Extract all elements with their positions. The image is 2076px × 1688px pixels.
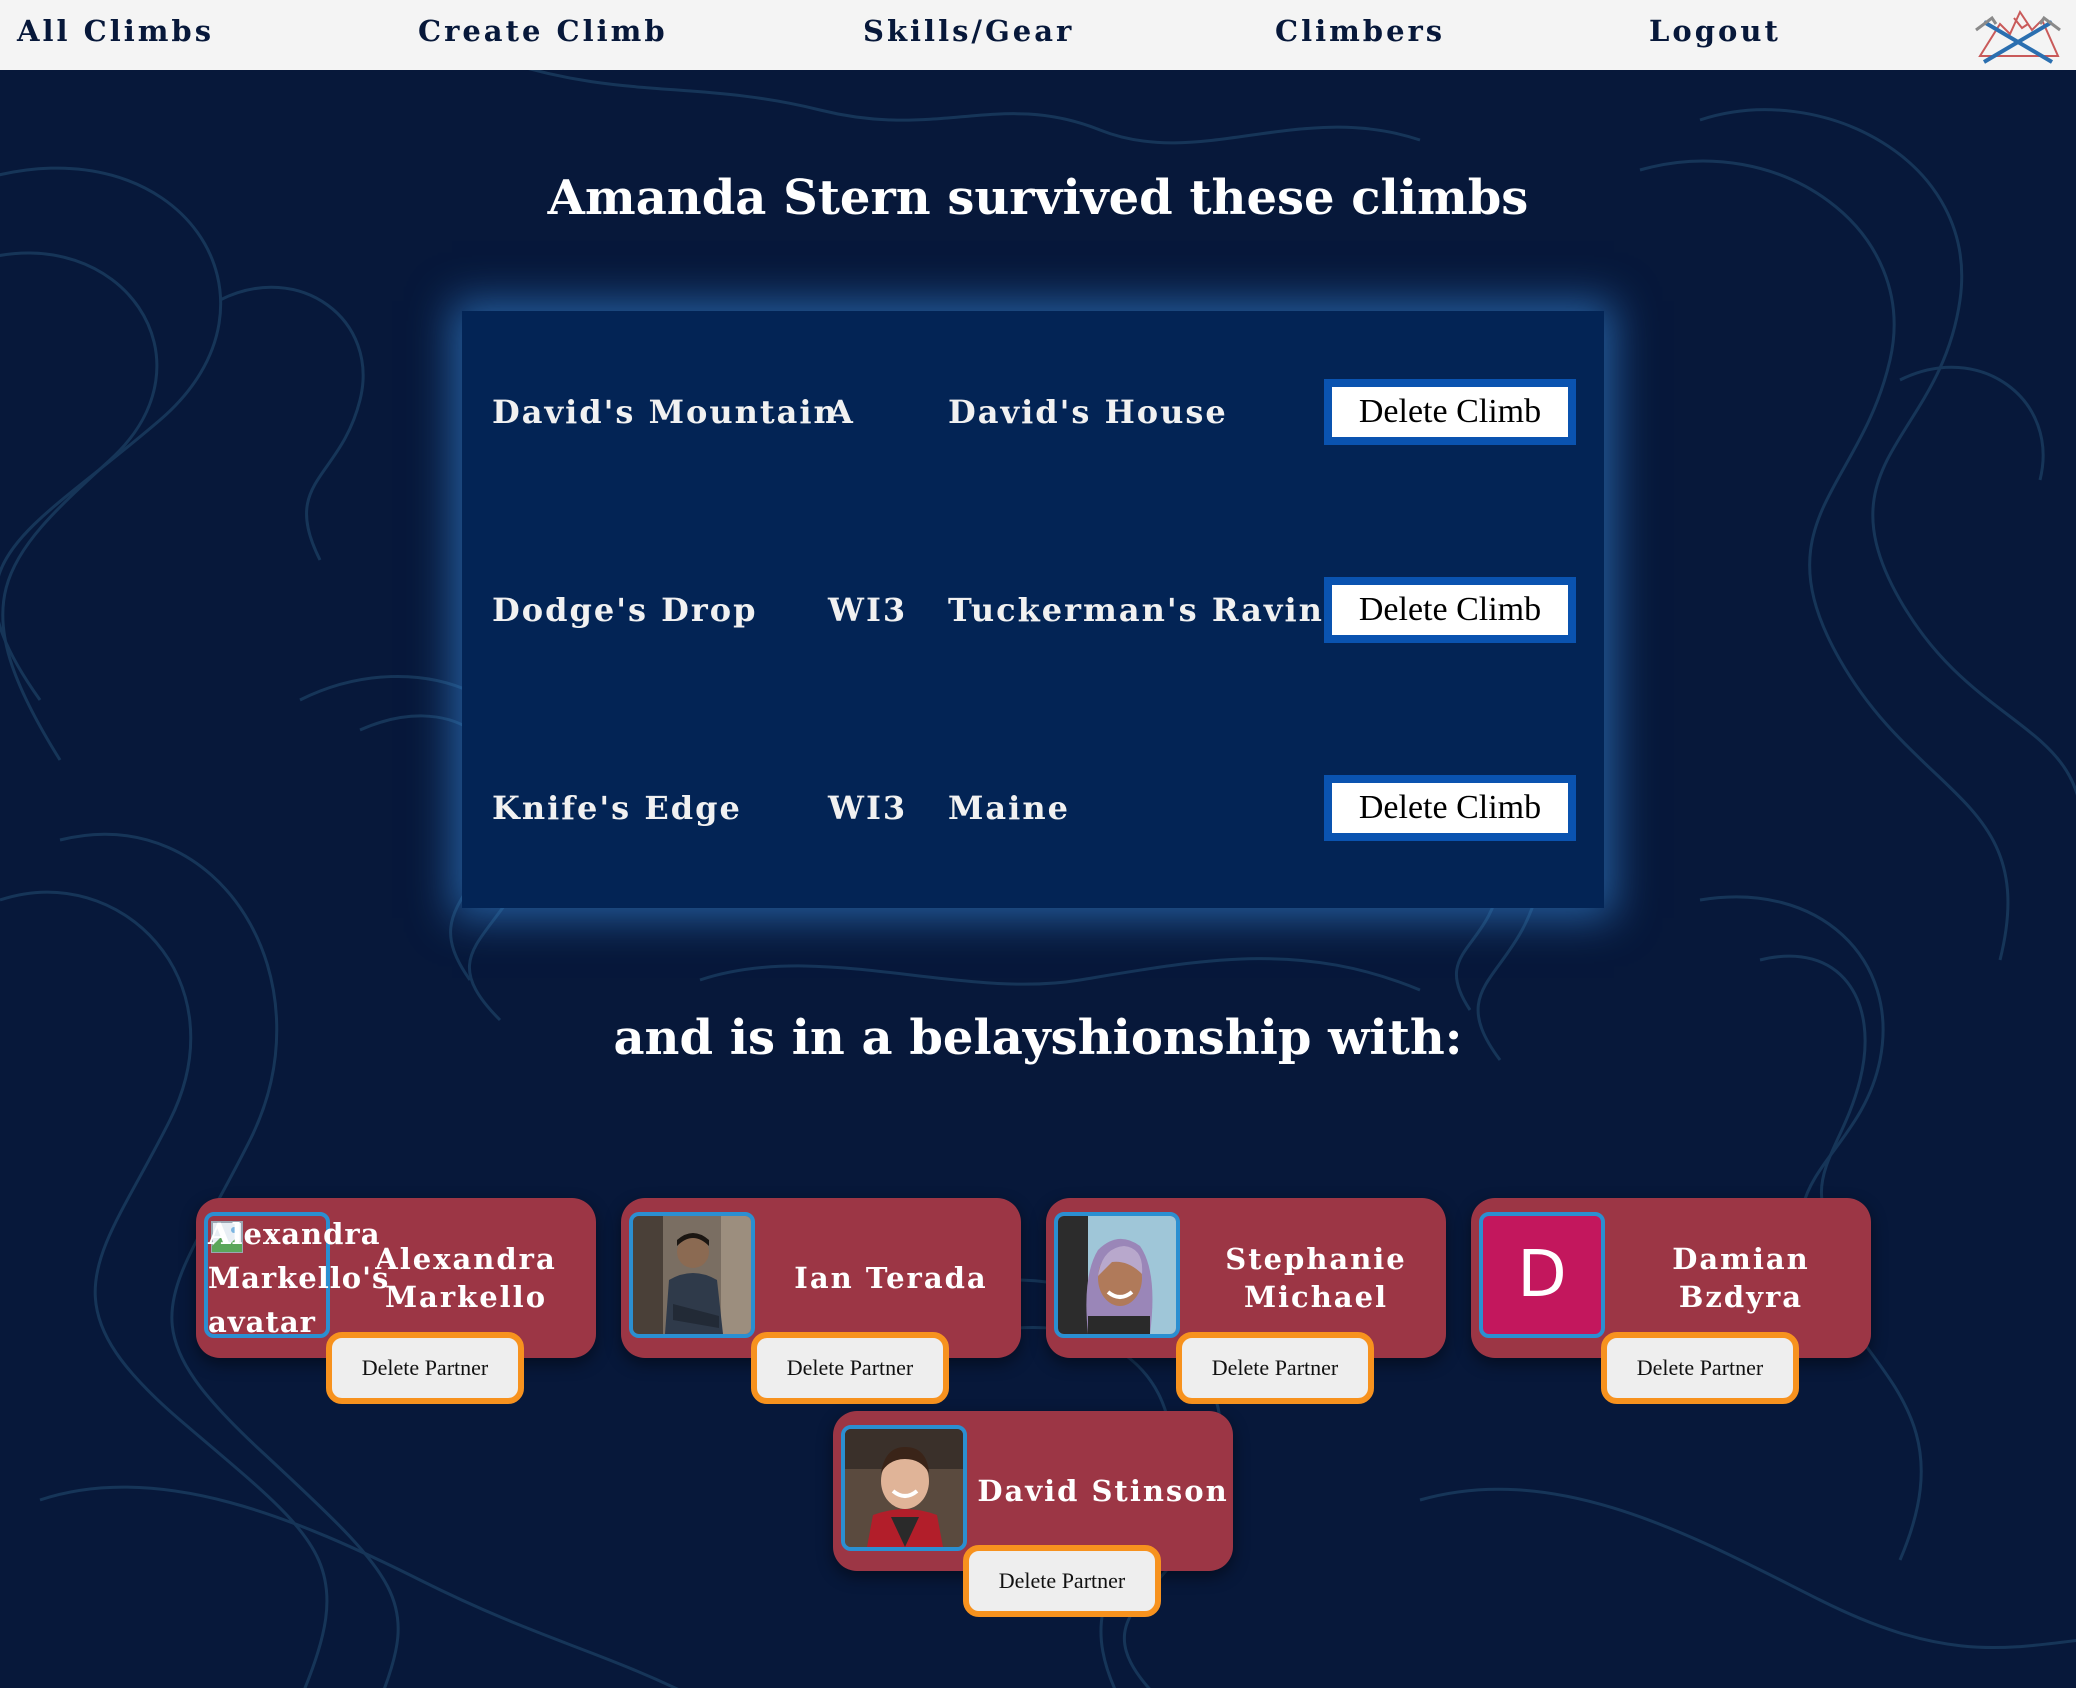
- climb-row: David's Mountain A David's House Delete …: [462, 379, 1604, 449]
- partner-card: D Damian Bzdyra Delete Partner: [1471, 1198, 1871, 1404]
- climb-location: Tuckerman's Ravine: [948, 591, 1347, 629]
- delete-partner-button[interactable]: Delete Partner: [1601, 1332, 1799, 1404]
- delete-partner-button[interactable]: Delete Partner: [751, 1332, 949, 1404]
- climb-location: Maine: [948, 789, 1070, 827]
- nav-skills-gear[interactable]: Skills/Gear: [863, 14, 1074, 48]
- delete-partner-button[interactable]: Delete Partner: [326, 1332, 524, 1404]
- delete-partner-button[interactable]: Delete Partner: [963, 1545, 1161, 1617]
- nav-all-climbs[interactable]: All Climbs: [17, 14, 214, 48]
- partner-card: David Stinson Delete Partner: [833, 1411, 1233, 1617]
- top-navbar: All Climbs Create Climb Skills/Gear Clim…: [0, 0, 2076, 70]
- partner-card: Alexandra Markello's avatar Alexandra Ma…: [196, 1198, 596, 1404]
- climb-row: Knife's Edge WI3 Maine Delete Climb: [462, 775, 1604, 845]
- climb-grade: A: [828, 393, 855, 431]
- nav-create-climb[interactable]: Create Climb: [418, 14, 668, 48]
- climb-name: Knife's Edge: [492, 789, 742, 827]
- climb-grade: WI3: [828, 789, 908, 827]
- climb-grade: WI3: [828, 591, 908, 629]
- nav-logout[interactable]: Logout: [1649, 14, 1781, 48]
- partner-card: Stephanie Michael Delete Partner: [1046, 1198, 1446, 1404]
- partner-avatar: [841, 1425, 967, 1551]
- delete-climb-button[interactable]: Delete Climb: [1324, 775, 1576, 841]
- partners-heading: and is in a belayshionship with:: [613, 1010, 1463, 1066]
- ice-axes-logo-icon[interactable]: [1970, 0, 2066, 68]
- climb-name: David's Mountain: [492, 393, 839, 431]
- partner-avatar: [1054, 1212, 1180, 1338]
- climb-location: David's House: [948, 393, 1228, 431]
- delete-climb-button[interactable]: Delete Climb: [1324, 379, 1576, 445]
- climb-name: Dodge's Drop: [492, 591, 758, 629]
- delete-climb-button[interactable]: Delete Climb: [1324, 577, 1576, 643]
- partner-card: Ian Terada Delete Partner: [621, 1198, 1021, 1404]
- nav-climbers[interactable]: Climbers: [1275, 14, 1445, 48]
- delete-partner-button[interactable]: Delete Partner: [1176, 1332, 1374, 1404]
- partner-avatar: [629, 1212, 755, 1338]
- climb-row: Dodge's Drop WI3 Tuckerman's Ravine Dele…: [462, 577, 1604, 647]
- climbs-panel: David's Mountain A David's House Delete …: [462, 311, 1604, 908]
- page-title: Amanda Stern survived these climbs: [547, 170, 1529, 226]
- partner-initial-avatar: D: [1479, 1212, 1605, 1338]
